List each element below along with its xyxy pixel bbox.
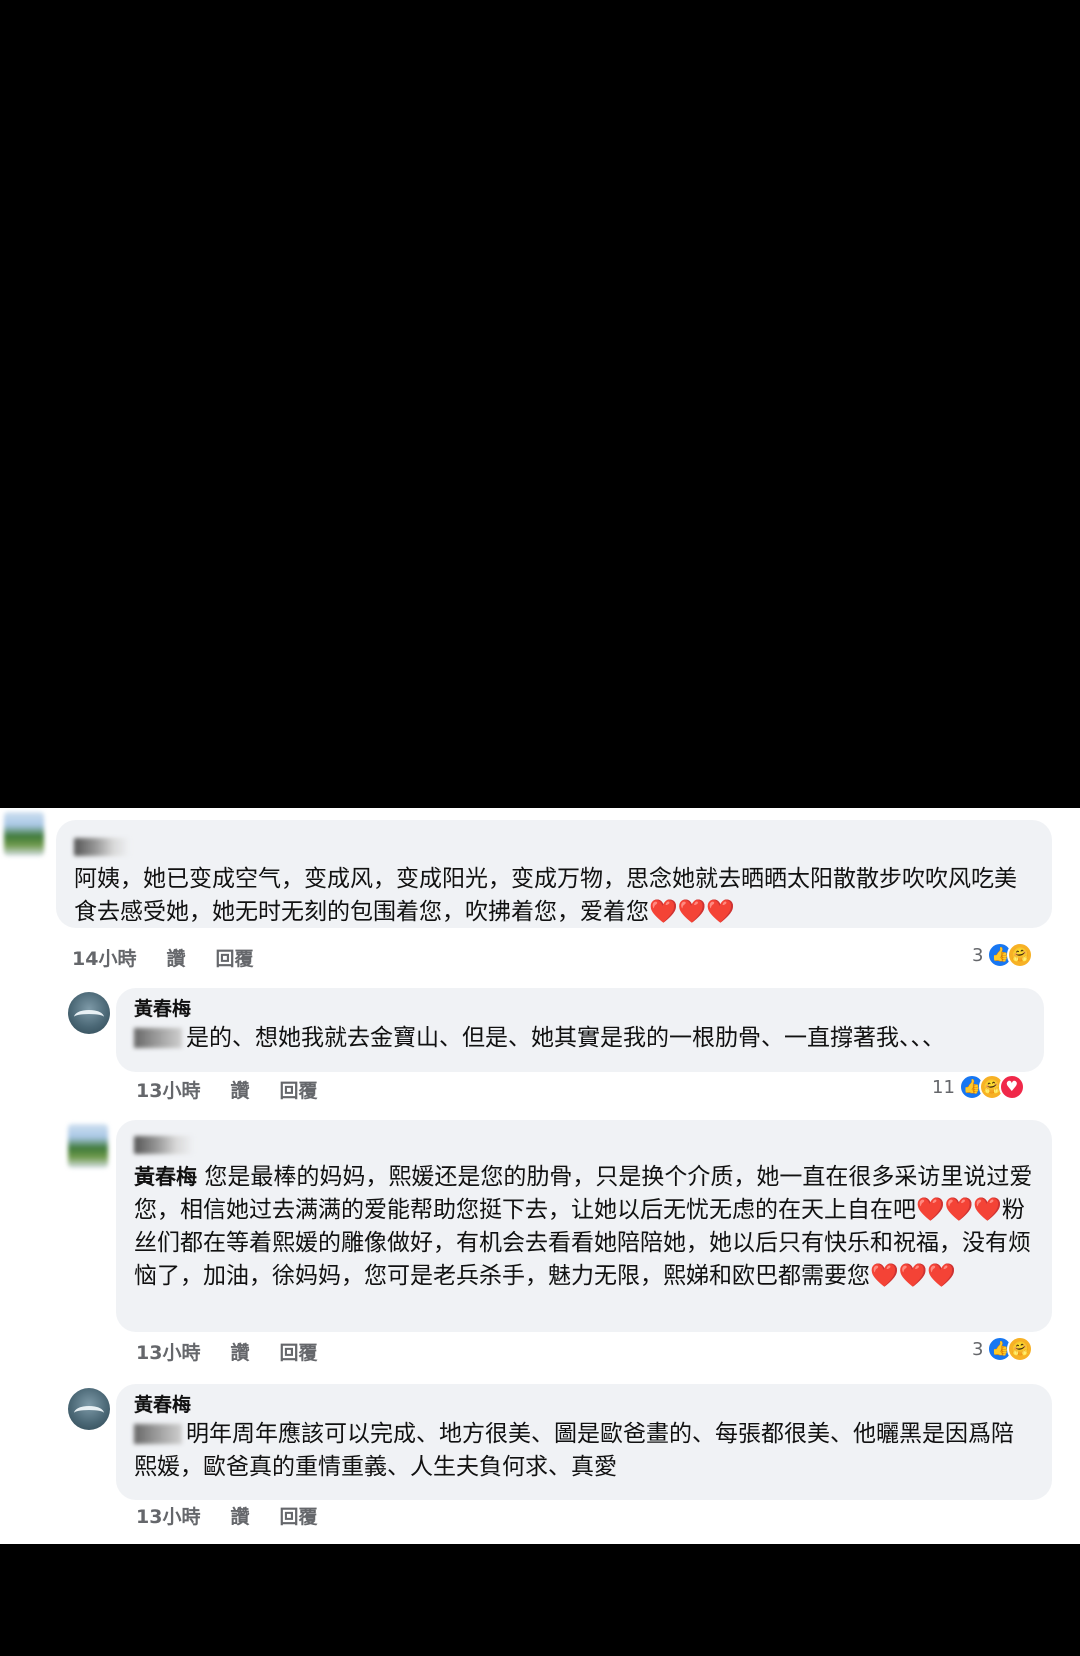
comment-actions: 14小時 讚 回覆: [72, 944, 253, 971]
love-reaction-icon: ♥: [998, 1074, 1025, 1100]
comment-bubble: 黃春梅 明年周年應該可以完成、地方很美、圖是歐爸畫的、每張都很美、他曬黑是因爲陪…: [116, 1384, 1052, 1500]
reaction-count: 11: [932, 1076, 955, 1098]
care-reaction-icon: 🤗: [1007, 942, 1034, 968]
avatar[interactable]: [68, 1124, 108, 1168]
comment-time[interactable]: 13小時: [136, 1502, 200, 1529]
comment-bubble: 黃春梅 您是最棒的妈妈，熙媛还是您的肋骨，只是换个介质，她一直在很多采访里说过爱…: [116, 1120, 1052, 1332]
reaction-summary[interactable]: 3 👍 🤗: [972, 1336, 1034, 1362]
comment-author[interactable]: 黃春梅: [134, 996, 1026, 1022]
reaction-summary[interactable]: 11 👍 🤗 ♥: [932, 1074, 1025, 1100]
like-button[interactable]: 讚: [166, 944, 185, 971]
blurred-username[interactable]: [74, 837, 130, 856]
reply-button[interactable]: 回覆: [279, 1076, 317, 1103]
avatar[interactable]: [68, 1388, 110, 1430]
blurred-mention[interactable]: [134, 1028, 182, 1048]
comment-text-row: 是的、想她我就去金寶山、但是、她其實是我的一根肋骨、一直撐著我、、、: [134, 1022, 1026, 1055]
avatar[interactable]: [68, 992, 110, 1034]
comment-time[interactable]: 13小時: [136, 1076, 200, 1103]
blurred-mention[interactable]: [134, 1424, 182, 1444]
like-button[interactable]: 讚: [230, 1502, 249, 1529]
reply-button[interactable]: 回覆: [279, 1502, 317, 1529]
avatar[interactable]: [4, 812, 44, 856]
reply-button[interactable]: 回覆: [215, 944, 253, 971]
comment-time[interactable]: 13小時: [136, 1338, 200, 1365]
blurred-username[interactable]: [134, 1135, 194, 1154]
comment-text-row: 明年周年應該可以完成、地方很美、圖是歐爸畫的、每張都很美、他曬黑是因爲陪熙媛，歐…: [134, 1418, 1034, 1484]
comment-actions: 13小時 讚 回覆: [136, 1076, 317, 1103]
comment-actions: 13小時 讚 回覆: [136, 1502, 317, 1529]
reaction-summary[interactable]: 3 👍 🤗: [972, 942, 1034, 968]
reaction-count: 3: [972, 944, 984, 966]
comment-text-row: 黃春梅 您是最棒的妈妈，熙媛还是您的肋骨，只是换个介质，她一直在很多采访里说过爱…: [134, 1161, 1034, 1293]
reply-button[interactable]: 回覆: [279, 1338, 317, 1365]
reaction-count: 3: [972, 1338, 984, 1360]
comment-text: 您是最棒的妈妈，熙媛还是您的肋骨，只是换个介质，她一直在很多采访里说过爱您，相信…: [134, 1164, 1033, 1289]
comment-author[interactable]: 黃春梅: [134, 1392, 1034, 1418]
comment-time[interactable]: 14小時: [72, 944, 136, 971]
comment-text: 是的、想她我就去金寶山、但是、她其實是我的一根肋骨、一直撐著我、、、: [186, 1025, 945, 1051]
comments-panel: 阿姨，她已变成空气，变成风，变成阳光，变成万物，思念她就去晒晒太阳散散步吹吹风吃…: [0, 808, 1080, 1544]
comment-text: 阿姨，她已变成空气，变成风，变成阳光，变成万物，思念她就去晒晒太阳散散步吹吹风吃…: [74, 866, 1017, 925]
care-reaction-icon: 🤗: [1007, 1336, 1034, 1362]
like-button[interactable]: 讚: [230, 1076, 249, 1103]
like-button[interactable]: 讚: [230, 1338, 249, 1365]
mention-tag[interactable]: 黃春梅: [134, 1165, 197, 1189]
comment-bubble: 阿姨，她已变成空气，变成风，变成阳光，变成万物，思念她就去晒晒太阳散散步吹吹风吃…: [56, 820, 1052, 928]
comment-actions: 13小時 讚 回覆: [136, 1338, 317, 1365]
comment-bubble: 黃春梅 是的、想她我就去金寶山、但是、她其實是我的一根肋骨、一直撐著我、、、: [116, 988, 1044, 1072]
comment-text: 明年周年應該可以完成、地方很美、圖是歐爸畫的、每張都很美、他曬黑是因爲陪熙媛，歐…: [134, 1421, 1014, 1480]
